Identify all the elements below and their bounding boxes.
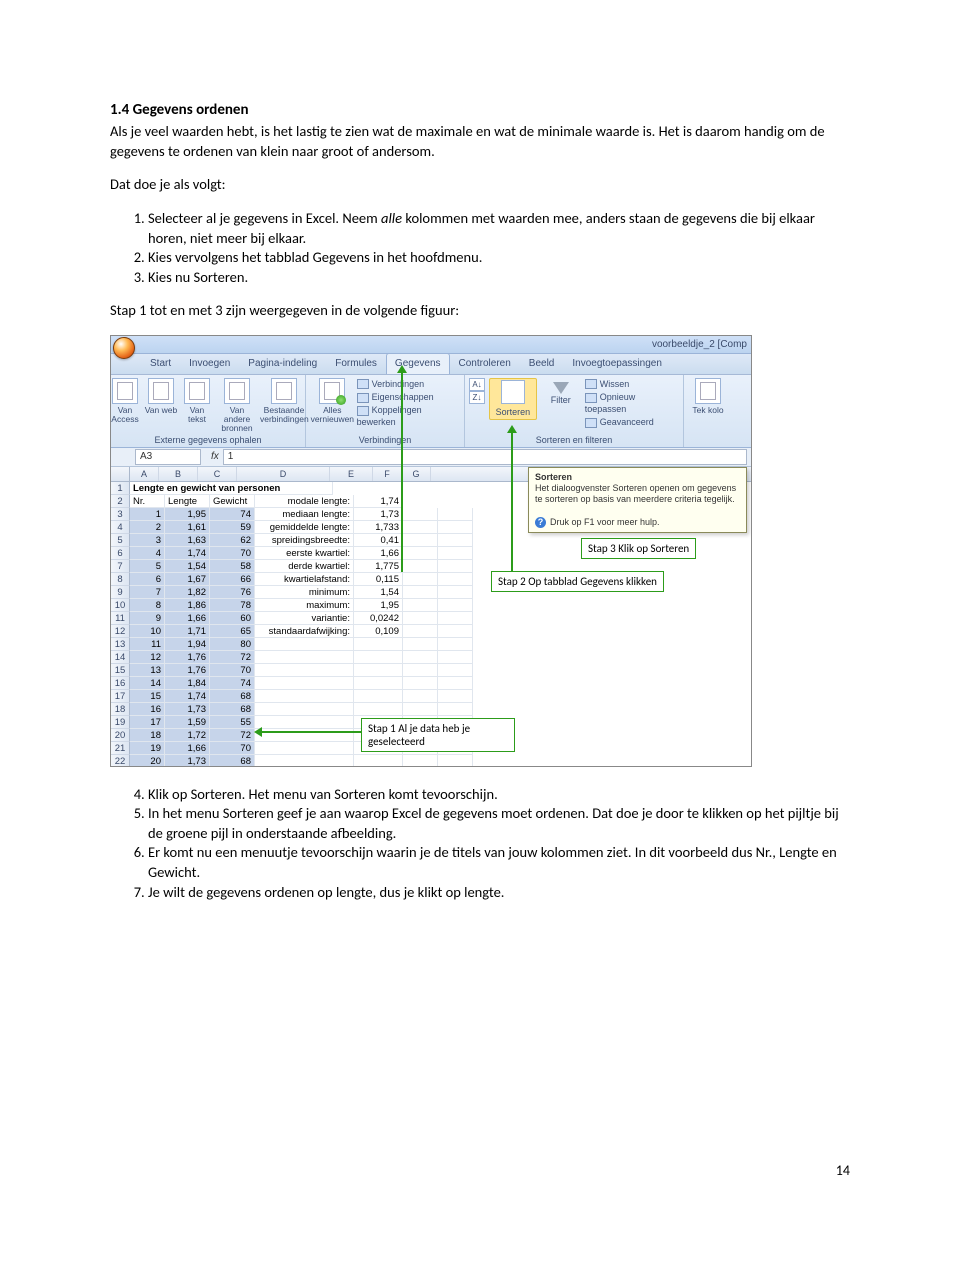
group-sorteren-filteren: A↓ Z↓ Sorteren Filter Wissen Opnieuw toe… — [465, 375, 684, 447]
btn-van-access[interactable]: Van Access — [110, 378, 142, 433]
page-number: 14 — [110, 1162, 850, 1181]
btn-eigenschappen[interactable]: Eigenschappen — [357, 391, 460, 403]
tab-gegevens[interactable]: Gegevens — [386, 353, 450, 374]
btn-van-andere-bronnen[interactable]: Van andere bronnen — [216, 378, 258, 433]
funnel-icon — [553, 382, 569, 394]
formula-input[interactable]: 1 — [223, 449, 747, 465]
btn-alles-vernieuwen[interactable]: Alles vernieuwen — [310, 378, 355, 429]
fx-icon[interactable]: fx — [211, 450, 219, 464]
btn-van-web[interactable]: Van web — [144, 378, 178, 433]
table-row[interactable]: 13 11 1,94 80 — [111, 638, 751, 651]
table-row[interactable]: 10 8 1,86 78 maximum:1,95 — [111, 599, 751, 612]
group-label: Externe gegevens ophalen — [111, 434, 305, 446]
step-5: In het menu Sorteren geef je aan waarop … — [148, 804, 850, 843]
formula-bar: A3 fx 1 — [111, 448, 751, 467]
figure-caption: Stap 1 tot en met 3 zijn weergegeven in … — [110, 301, 850, 321]
group-tekst-kolommen: Tek kolo — [684, 375, 732, 447]
office-button-icon[interactable] — [113, 337, 135, 359]
steps-list-a: Selecteer al je gegevens in Excel. Neem … — [110, 209, 850, 287]
lead-in: Dat doe je als volgt: — [110, 175, 850, 195]
table-row[interactable]: 22 20 1,73 68 — [111, 755, 751, 767]
btn-filter[interactable]: Filter — [539, 378, 583, 406]
btn-sort-az-icon[interactable]: A↓ — [469, 378, 485, 391]
group-label: Verbindingen — [306, 434, 464, 446]
btn-koppelingen-bewerken[interactable]: Koppelingen bewerken — [357, 404, 460, 428]
ribbon-tabs: Start Invoegen Pagina-indeling Formules … — [111, 354, 751, 375]
group-externe-gegevens: Van Access Van web Van tekst Van andere … — [111, 375, 306, 447]
callout-step-2: Stap 2 Op tabblad Gegevens klikken — [491, 571, 664, 592]
tab-controleren[interactable]: Controleren — [450, 353, 520, 374]
btn-van-tekst[interactable]: Van tekst — [180, 378, 214, 433]
step-4: Klik op Sorteren. Het menu van Sorteren … — [148, 785, 850, 805]
btn-tekst-kolommen[interactable]: Tek kolo — [691, 378, 725, 415]
sorteren-tooltip: Sorteren Het dialoogvenster Sorteren ope… — [528, 467, 747, 533]
tab-pagina-indeling[interactable]: Pagina-indeling — [239, 353, 326, 374]
group-label: Sorteren en filteren — [465, 434, 683, 446]
help-icon — [535, 517, 550, 527]
name-box[interactable]: A3 — [135, 449, 201, 465]
btn-opnieuw-toepassen[interactable]: Opnieuw toepassen — [585, 391, 679, 415]
table-row[interactable]: 12 10 1,71 65 standaardafwijking:0,109 — [111, 625, 751, 638]
step-6: Er komt nu een menuutje tevoorschijn waa… — [148, 843, 850, 882]
btn-geavanceerd[interactable]: Geavanceerd — [585, 416, 679, 428]
btn-wissen[interactable]: Wissen — [585, 378, 679, 390]
table-row[interactable]: 15 13 1,76 70 — [111, 664, 751, 677]
btn-sort-za-icon[interactable]: Z↓ — [469, 391, 485, 404]
table-row[interactable]: 11 9 1,66 60 variantie:0,0242 — [111, 612, 751, 625]
step-1: Selecteer al je gegevens in Excel. Neem … — [148, 209, 850, 248]
btn-verbindingen[interactable]: Verbindingen — [357, 378, 460, 390]
section-heading: 1.4 Gegevens ordenen — [110, 100, 850, 120]
ribbon: Van Access Van web Van tekst Van andere … — [111, 375, 751, 448]
table-row[interactable]: 18 16 1,73 68 — [111, 703, 751, 716]
callout-step-3: Stap 3 Klik op Sorteren — [581, 538, 696, 559]
sheet-title: Lengte en gewicht van personen — [130, 482, 333, 495]
group-verbindingen: Alles vernieuwen Verbindingen Eigenschap… — [306, 375, 465, 447]
tab-formules[interactable]: Formules — [326, 353, 386, 374]
title-bar: voorbeeldje_2 [Comp — [111, 336, 751, 354]
step-7: Je wilt de gegevens ordenen op lengte, d… — [148, 883, 850, 903]
arrow-step-2 — [401, 372, 403, 572]
btn-bestaande-verbindingen[interactable]: Bestaande verbindingen — [260, 378, 308, 433]
tab-invoegen[interactable]: Invoegen — [180, 353, 239, 374]
steps-list-b: Klik op Sorteren. Het menu van Sorteren … — [110, 785, 850, 902]
table-row[interactable]: 14 12 1,76 72 — [111, 651, 751, 664]
arrow-step-1 — [261, 731, 361, 733]
tab-beeld[interactable]: Beeld — [520, 353, 564, 374]
btn-sorteren[interactable]: Sorteren — [489, 378, 537, 420]
intro-paragraph: Als je veel waarden hebt, is het lastig … — [110, 122, 850, 161]
tab-invoegtoepassingen[interactable]: Invoegtoepassingen — [563, 353, 671, 374]
window-title: voorbeeldje_2 [Comp — [652, 339, 747, 350]
step-3: Kies nu Sorteren. — [148, 268, 850, 288]
table-row[interactable]: 16 14 1,84 74 — [111, 677, 751, 690]
excel-screenshot: voorbeeldje_2 [Comp Start Invoegen Pagin… — [110, 335, 752, 767]
callout-step-1: Stap 1 Al je data heb je geselecteerd — [361, 718, 515, 752]
table-row[interactable]: 17 15 1,74 68 — [111, 690, 751, 703]
tab-start[interactable]: Start — [141, 353, 180, 374]
arrow-step-3 — [511, 432, 513, 572]
step-2: Kies vervolgens het tabblad Gegevens in … — [148, 248, 850, 268]
